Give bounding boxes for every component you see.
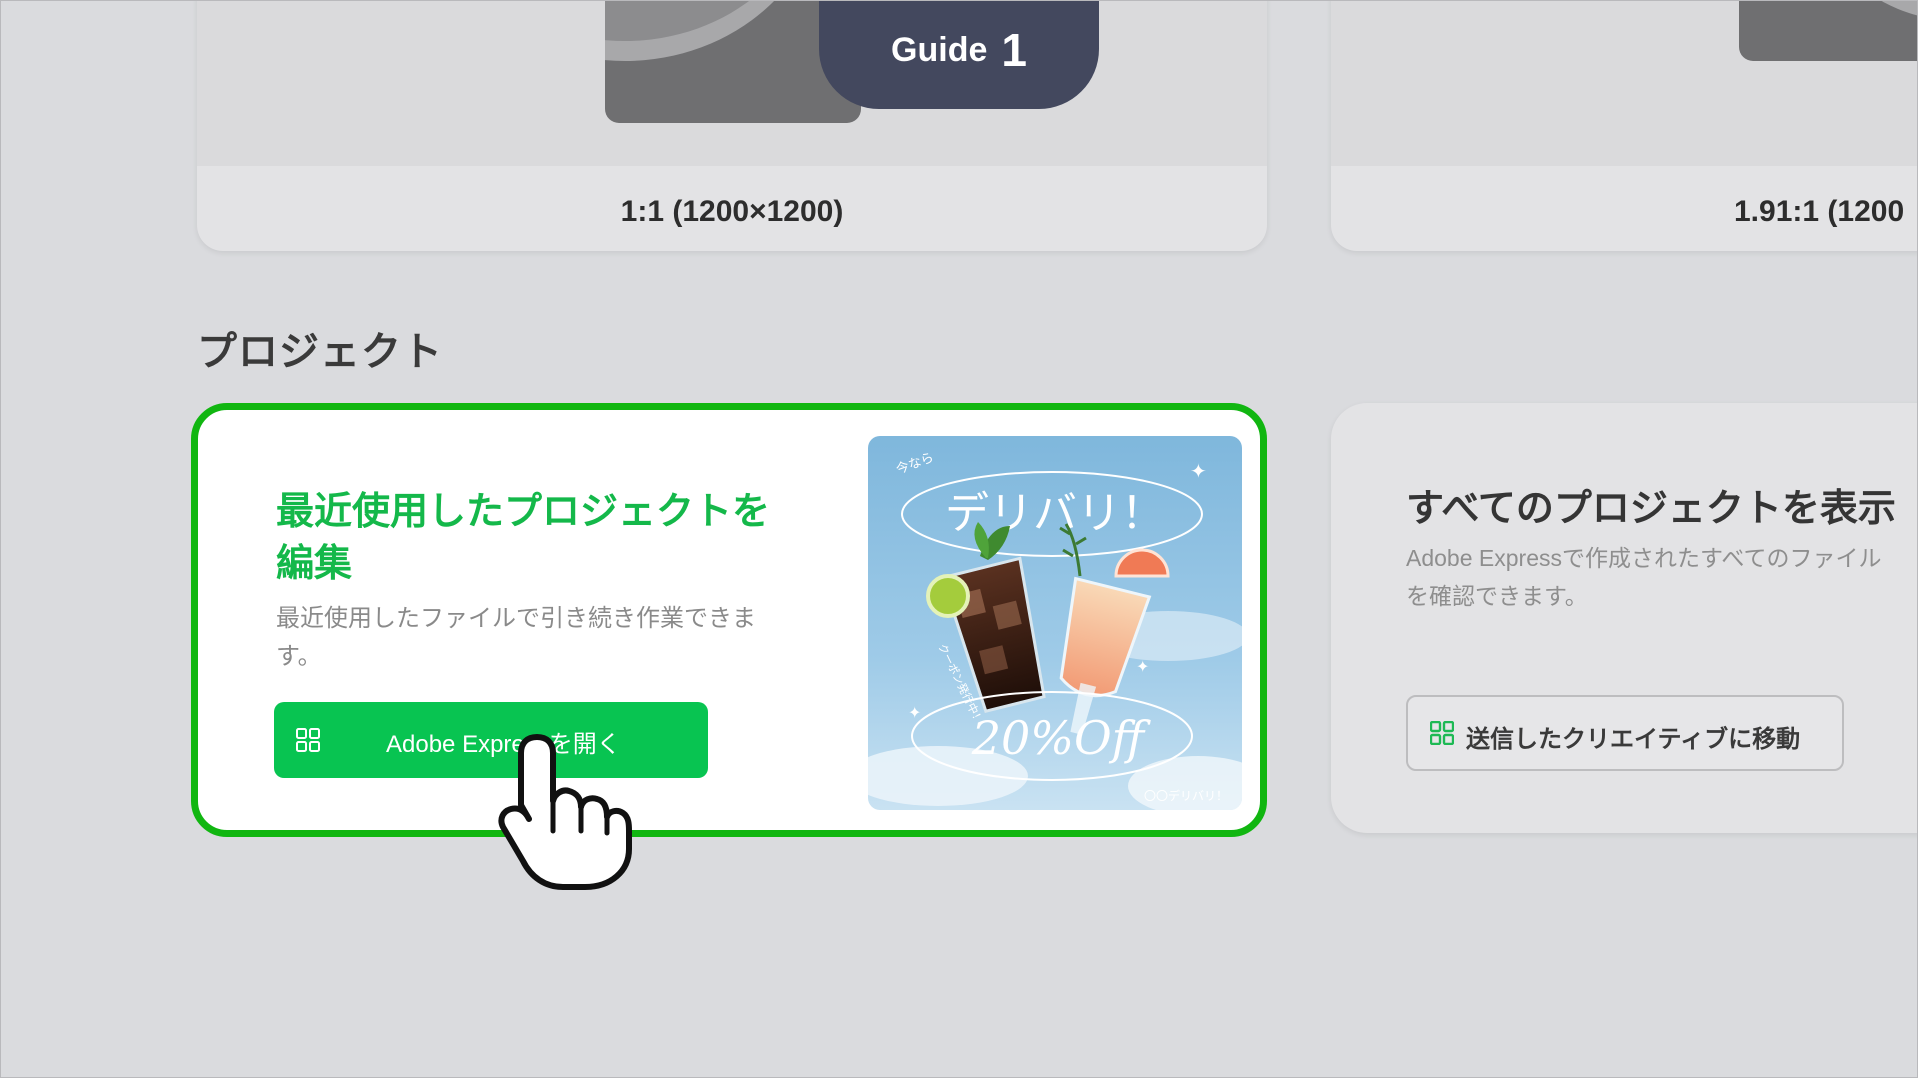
size-preview <box>197 1 1267 166</box>
svg-text:✦: ✦ <box>1136 657 1149 676</box>
hand-pointer-icon <box>498 734 632 890</box>
size-label: 1:1 (1200×1200) <box>620 195 844 228</box>
size-card-1-91-1[interactable]: 1.91:1 (1200 <box>1331 1 1917 251</box>
guide-step-badge: Guide 1 <box>819 1 1099 109</box>
guide-label: Guide <box>891 30 988 69</box>
svg-text:✦: ✦ <box>908 703 921 722</box>
recent-project-card: 最近使用したプロジェクトを編集 最近使用したファイルで引き続き作業できます。 A… <box>191 403 1267 837</box>
creative-button-label: 送信したクリエイティブに移動 <box>1466 726 1801 753</box>
grid-icon <box>296 728 320 752</box>
open-adobe-express-button[interactable]: Adobe Expressを開く <box>274 702 708 778</box>
thumbnail-shape <box>1739 1 1917 61</box>
all-projects-title: すべてのプロジェクトを表示 <box>1406 488 1896 530</box>
size-label: 1.91:1 (1200 <box>1734 195 1905 228</box>
all-projects-description: Adobe Expressで作成されたすべてのファイルを確認できます。 <box>1406 545 1882 609</box>
all-projects-card: すべてのプロジェクトを表示 Adobe Expressで作成されたすべてのファイ… <box>1331 403 1917 833</box>
size-card-1-1[interactable]: 1:1 (1200×1200) <box>197 1 1267 251</box>
project-thumbnail-image[interactable]: 今なら デリバリ！ ✦ クーポン発行中！ ✦ ✦ 20%Off 〇〇デリバリ！ <box>868 436 1242 810</box>
promo-footer: 〇〇デリバリ！ <box>1144 788 1228 803</box>
grid-icon <box>1430 721 1454 745</box>
size-preview <box>1331 1 1917 166</box>
go-to-sent-creatives-button[interactable]: 送信したクリエイティブに移動 <box>1406 695 1844 771</box>
recent-project-description: 最近使用したファイルで引き続き作業できます。 <box>276 605 756 670</box>
guide-step-number: 1 <box>1001 24 1027 76</box>
section-title: プロジェクト <box>197 330 443 374</box>
promo-discount: 20%Off <box>971 711 1152 765</box>
recent-project-title: 最近使用したプロジェクトを編集 <box>276 491 771 585</box>
svg-text:✦: ✦ <box>1190 459 1207 483</box>
screen-frame: 1:1 (1200×1200) 1.91:1 (1200 Guide 1 プロジ… <box>0 0 1918 1078</box>
